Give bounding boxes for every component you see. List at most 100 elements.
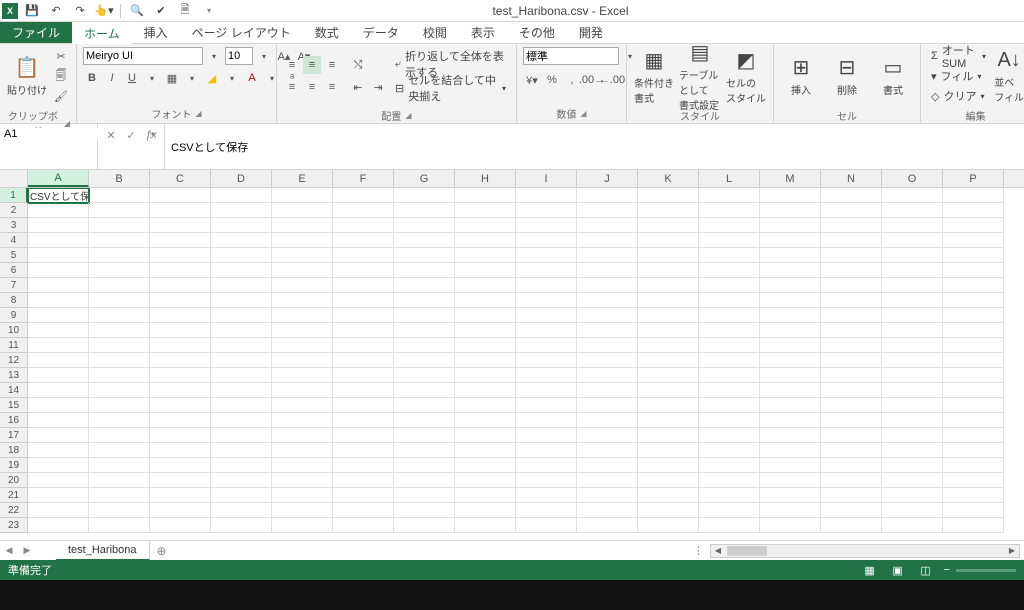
view-normal-icon[interactable]: ▦	[860, 562, 880, 578]
cell[interactable]	[760, 368, 821, 383]
cell[interactable]	[150, 458, 211, 473]
tab-view[interactable]: 表示	[459, 22, 507, 43]
cell[interactable]	[150, 368, 211, 383]
row-header[interactable]: 4	[0, 233, 28, 248]
column-header[interactable]: G	[394, 170, 455, 187]
cell[interactable]	[28, 353, 89, 368]
cell[interactable]	[516, 488, 577, 503]
cell[interactable]	[516, 458, 577, 473]
cell[interactable]	[943, 293, 1004, 308]
cell[interactable]	[211, 308, 272, 323]
cell[interactable]	[272, 398, 333, 413]
tab-home[interactable]: ホーム	[72, 22, 132, 43]
cell-styles-button[interactable]: ◩セルの スタイル	[725, 46, 767, 106]
fill-color-icon[interactable]: ◢	[203, 69, 221, 87]
accounting-icon[interactable]: ¥▾	[523, 71, 541, 89]
dialog-launcher-icon[interactable]: ◢	[195, 109, 201, 118]
percent-icon[interactable]: %	[543, 71, 561, 89]
cell[interactable]	[150, 278, 211, 293]
formula-input[interactable]	[165, 124, 1024, 169]
cell[interactable]	[699, 353, 760, 368]
column-header[interactable]: O	[882, 170, 943, 187]
cell[interactable]	[882, 518, 943, 533]
cell[interactable]	[333, 263, 394, 278]
select-all-corner[interactable]	[0, 170, 28, 187]
cell[interactable]	[943, 188, 1004, 203]
cell[interactable]	[89, 233, 150, 248]
increase-indent-icon[interactable]: ⇥	[369, 78, 387, 96]
dialog-launcher-icon[interactable]: ◢	[580, 109, 586, 118]
cell[interactable]	[333, 233, 394, 248]
cell[interactable]	[699, 398, 760, 413]
align-top-icon[interactable]: ≡	[283, 56, 301, 74]
cell[interactable]	[699, 368, 760, 383]
column-header[interactable]: P	[943, 170, 1004, 187]
wrap-text-button[interactable]: ⤶折り返して全体を表示する	[391, 55, 510, 73]
align-bottom-icon[interactable]: ≡	[323, 56, 341, 74]
cell[interactable]	[211, 398, 272, 413]
cell[interactable]	[882, 278, 943, 293]
cell[interactable]	[699, 293, 760, 308]
cell[interactable]	[333, 308, 394, 323]
cell[interactable]	[394, 458, 455, 473]
cell[interactable]	[150, 218, 211, 233]
cell[interactable]	[699, 188, 760, 203]
cell[interactable]	[211, 518, 272, 533]
cell[interactable]	[89, 308, 150, 323]
cell[interactable]	[577, 428, 638, 443]
cell[interactable]	[455, 233, 516, 248]
cell[interactable]	[638, 503, 699, 518]
cell[interactable]	[638, 383, 699, 398]
align-left-icon[interactable]: ≡	[283, 78, 301, 96]
cell[interactable]	[28, 278, 89, 293]
cell[interactable]	[577, 443, 638, 458]
cell[interactable]	[455, 443, 516, 458]
cell[interactable]	[211, 383, 272, 398]
cell[interactable]	[882, 443, 943, 458]
tab-other[interactable]: その他	[507, 22, 567, 43]
cell[interactable]	[455, 278, 516, 293]
cell[interactable]	[638, 488, 699, 503]
cell[interactable]	[943, 308, 1004, 323]
touch-mode-icon[interactable]: 👆▾	[94, 2, 114, 20]
cell[interactable]	[699, 503, 760, 518]
cell[interactable]	[882, 368, 943, 383]
scroll-right-icon[interactable]: ▶	[1005, 546, 1019, 555]
column-header[interactable]: M	[760, 170, 821, 187]
cell[interactable]	[943, 248, 1004, 263]
cell[interactable]	[760, 413, 821, 428]
cell[interactable]	[760, 518, 821, 533]
cell[interactable]	[28, 443, 89, 458]
cell[interactable]	[89, 383, 150, 398]
cell[interactable]	[577, 188, 638, 203]
cell[interactable]	[577, 278, 638, 293]
column-header[interactable]: J	[577, 170, 638, 187]
cell[interactable]	[272, 353, 333, 368]
cell[interactable]	[943, 203, 1004, 218]
cell[interactable]	[394, 488, 455, 503]
cell[interactable]	[821, 203, 882, 218]
cell[interactable]	[516, 218, 577, 233]
cell[interactable]	[821, 413, 882, 428]
cell[interactable]	[89, 473, 150, 488]
cell[interactable]	[28, 413, 89, 428]
cell[interactable]	[333, 218, 394, 233]
cell[interactable]	[699, 458, 760, 473]
cell[interactable]	[455, 293, 516, 308]
cell[interactable]	[89, 248, 150, 263]
cell[interactable]	[394, 263, 455, 278]
cell[interactable]	[638, 278, 699, 293]
cell[interactable]	[272, 323, 333, 338]
cell[interactable]	[394, 428, 455, 443]
cell[interactable]	[882, 353, 943, 368]
cell[interactable]	[272, 503, 333, 518]
column-header[interactable]: K	[638, 170, 699, 187]
cell[interactable]	[394, 398, 455, 413]
cell[interactable]	[89, 218, 150, 233]
cell[interactable]	[28, 473, 89, 488]
cell[interactable]	[516, 203, 577, 218]
cell[interactable]	[638, 473, 699, 488]
cell[interactable]	[577, 203, 638, 218]
add-sheet-icon[interactable]: ⊕	[150, 544, 174, 558]
cell[interactable]	[394, 473, 455, 488]
